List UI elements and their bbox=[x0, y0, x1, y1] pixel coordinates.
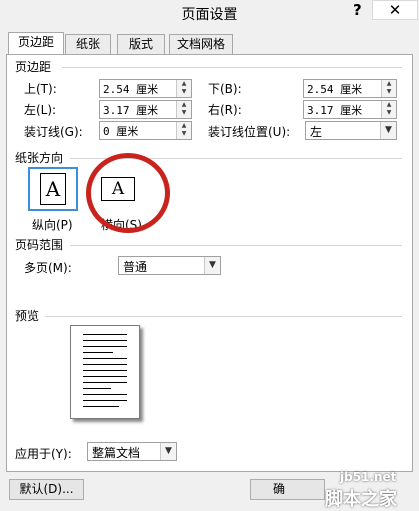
bottom-margin-spinner[interactable]: 2.54 厘米 ▲ ▼ bbox=[303, 79, 397, 98]
multiple-pages-label: 多页(M): bbox=[24, 261, 72, 275]
apply-to-value: 整篇文档 bbox=[92, 446, 141, 460]
highlight-circle bbox=[86, 153, 170, 233]
chevron-down-icon[interactable]: ▼ bbox=[204, 257, 220, 274]
gutter-position-value: 左 bbox=[310, 125, 323, 139]
default-button[interactable]: 默认(D)... bbox=[9, 479, 84, 500]
tab-document-grid[interactable]: 文档网格 bbox=[169, 34, 233, 54]
gutter-label: 装订线(G): bbox=[24, 125, 83, 139]
gutter-position-label: 装订线位置(U): bbox=[208, 125, 291, 139]
chevron-down-icon[interactable]: ▼ bbox=[160, 443, 176, 460]
close-button[interactable]: ✕ bbox=[372, 0, 418, 20]
multiple-pages-value: 普通 bbox=[123, 260, 148, 274]
apply-to-select[interactable]: 整篇文档 ▼ bbox=[87, 442, 177, 461]
ok-button[interactable]: 确 bbox=[250, 479, 325, 500]
tab-paper[interactable]: 纸张 bbox=[65, 34, 111, 54]
right-margin-label: 右(R): bbox=[208, 103, 242, 117]
gutter-position-select[interactable]: 左 ▼ bbox=[305, 121, 397, 140]
section-preview-title: 预览 bbox=[15, 309, 40, 323]
help-icon[interactable]: ? bbox=[353, 1, 362, 19]
left-margin-value: 3.17 厘米 bbox=[103, 104, 159, 117]
spin-down-icon[interactable]: ▼ bbox=[177, 109, 191, 117]
divider bbox=[62, 67, 402, 68]
right-margin-value: 3.17 厘米 bbox=[307, 104, 363, 117]
spin-up-icon[interactable]: ▲ bbox=[382, 101, 396, 109]
spin-down-icon[interactable]: ▼ bbox=[177, 88, 191, 96]
section-orientation-title: 纸张方向 bbox=[15, 151, 64, 165]
top-margin-value: 2.54 厘米 bbox=[103, 83, 159, 96]
portrait-page-icon: A bbox=[40, 173, 66, 205]
preview-page bbox=[70, 325, 140, 419]
portrait-label: 纵向(P) bbox=[32, 218, 73, 232]
divider bbox=[45, 316, 402, 317]
spin-up-icon[interactable]: ▲ bbox=[177, 122, 191, 130]
bottom-margin-label: 下(B): bbox=[208, 82, 242, 96]
spin-up-icon[interactable]: ▲ bbox=[382, 80, 396, 88]
section-pages-title: 页码范围 bbox=[15, 238, 64, 252]
gutter-value: 0 厘米 bbox=[103, 125, 139, 138]
left-margin-label: 左(L): bbox=[24, 103, 57, 117]
chevron-down-icon[interactable]: ▼ bbox=[380, 122, 396, 139]
watermark-site: jb51.net bbox=[340, 470, 397, 484]
spin-buttons[interactable]: ▲ ▼ bbox=[176, 122, 191, 139]
multiple-pages-select[interactable]: 普通 ▼ bbox=[118, 256, 221, 275]
spin-buttons[interactable]: ▲ ▼ bbox=[176, 80, 191, 97]
section-margins-title: 页边距 bbox=[15, 60, 52, 74]
spin-down-icon[interactable]: ▼ bbox=[382, 88, 396, 96]
divider bbox=[70, 245, 402, 246]
top-margin-label: 上(T): bbox=[24, 82, 57, 96]
spin-up-icon[interactable]: ▲ bbox=[177, 80, 191, 88]
spin-buttons[interactable]: ▲ ▼ bbox=[381, 80, 396, 97]
tab-margins[interactable]: 页边距 bbox=[8, 32, 64, 55]
watermark-brand: 脚本之家 bbox=[325, 489, 397, 510]
left-margin-spinner[interactable]: 3.17 厘米 ▲ ▼ bbox=[99, 100, 192, 119]
gutter-spinner[interactable]: 0 厘米 ▲ ▼ bbox=[99, 121, 192, 140]
top-margin-spinner[interactable]: 2.54 厘米 ▲ ▼ bbox=[99, 79, 192, 98]
apply-to-label: 应用于(Y): bbox=[15, 447, 72, 461]
spin-buttons[interactable]: ▲ ▼ bbox=[176, 101, 191, 118]
spin-buttons[interactable]: ▲ ▼ bbox=[381, 101, 396, 118]
spin-down-icon[interactable]: ▼ bbox=[177, 130, 191, 138]
spin-down-icon[interactable]: ▼ bbox=[382, 109, 396, 117]
right-margin-spinner[interactable]: 3.17 厘米 ▲ ▼ bbox=[303, 100, 397, 119]
portrait-option[interactable]: A bbox=[28, 167, 78, 211]
tab-layout[interactable]: 版式 bbox=[117, 34, 165, 54]
bottom-margin-value: 2.54 厘米 bbox=[307, 83, 363, 96]
spin-up-icon[interactable]: ▲ bbox=[177, 101, 191, 109]
